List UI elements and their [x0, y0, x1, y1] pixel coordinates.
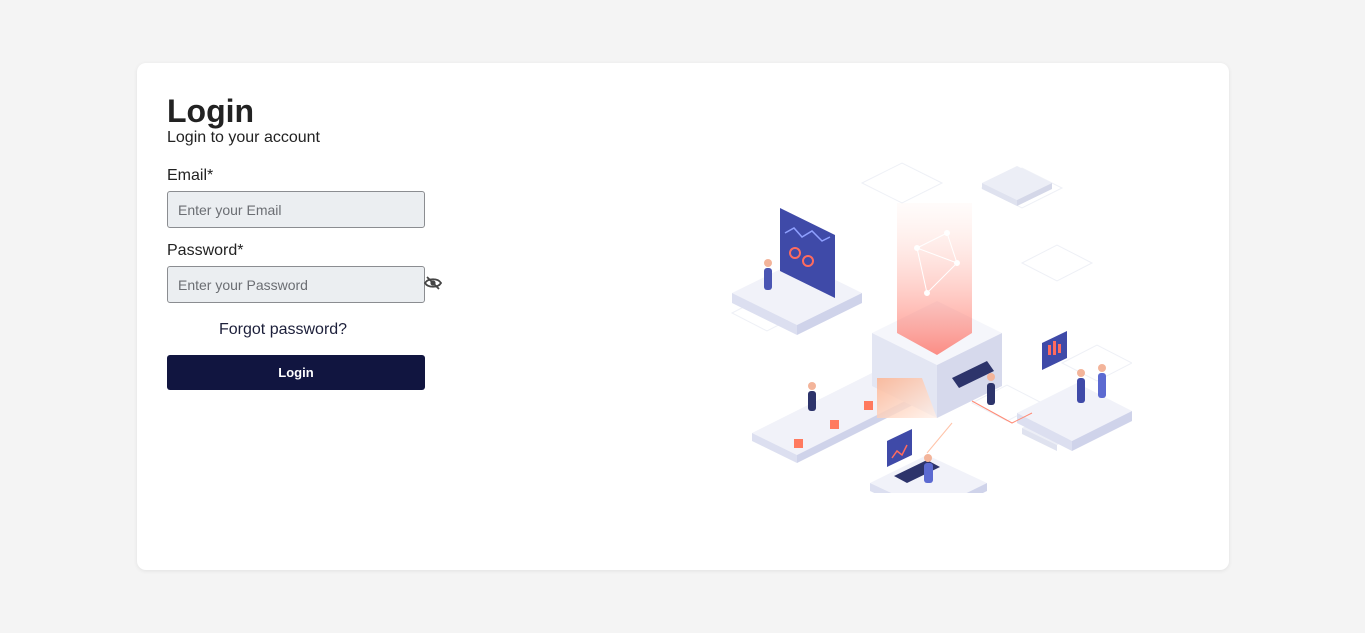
email-input[interactable]	[167, 191, 425, 228]
eye-slash-icon[interactable]	[423, 275, 443, 291]
password-label: Password*	[167, 242, 244, 259]
login-button[interactable]: Login	[167, 355, 425, 390]
page-subtitle: Login to your account	[167, 129, 320, 146]
page-title: Login	[167, 93, 255, 129]
forgot-password-link[interactable]: Forgot password?	[219, 321, 347, 339]
password-input[interactable]	[167, 266, 425, 303]
login-card: Login Login to your account Email* Passw…	[137, 63, 1229, 570]
isometric-data-illustration	[712, 133, 1134, 519]
email-label: Email*	[167, 167, 214, 184]
